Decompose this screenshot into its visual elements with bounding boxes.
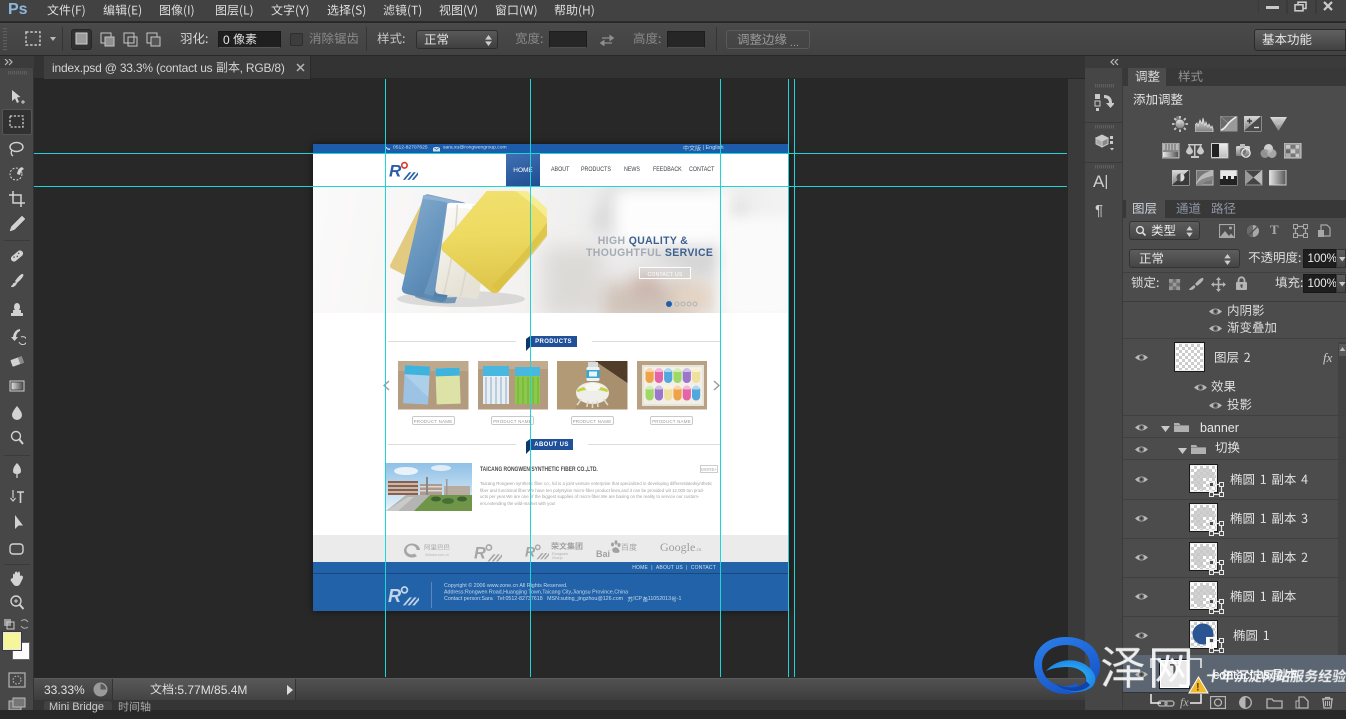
svg-text:!: ! [1196, 682, 1200, 694]
svg-text:R: R [474, 544, 486, 562]
svg-text:R: R [389, 162, 402, 181]
svg-text:R: R [388, 586, 402, 606]
